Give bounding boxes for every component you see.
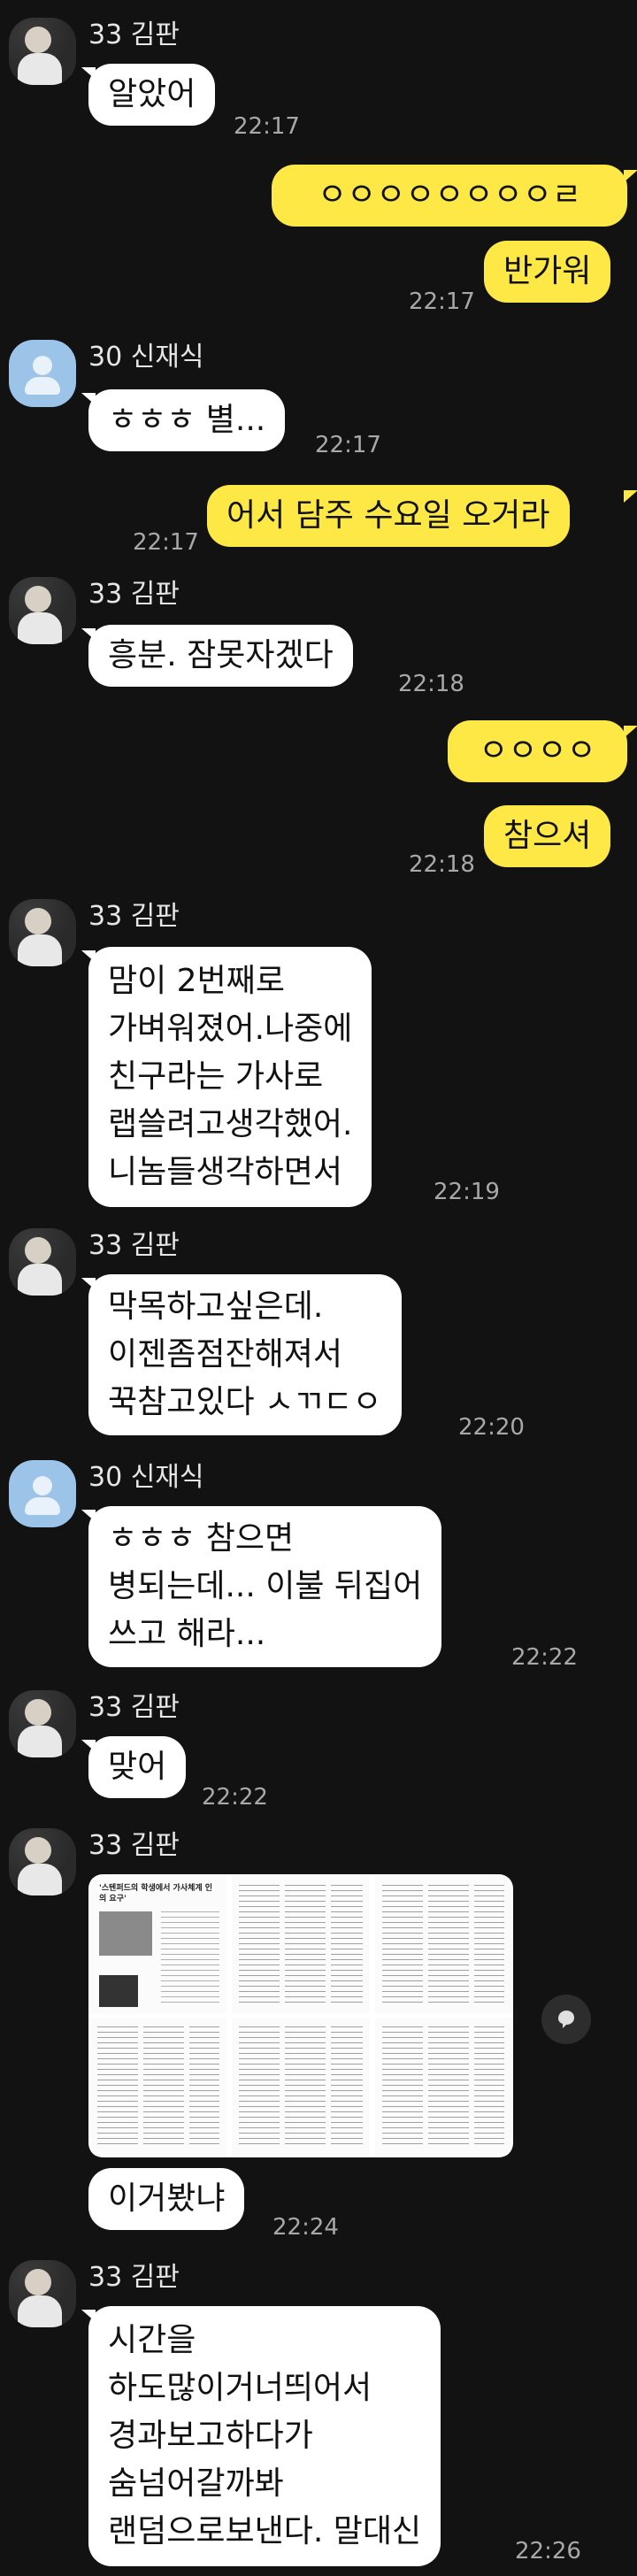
message-time: 22:22 xyxy=(511,1644,578,1671)
message-time: 22:17 xyxy=(234,113,300,140)
message-bubble[interactable]: 참으셔 xyxy=(484,805,611,867)
message-bubble[interactable]: 이거봤냐 xyxy=(88,2168,245,2230)
message-bubble[interactable]: 반가워 xyxy=(484,241,611,303)
image-headline: '스텐퍼드의 학생에서 가사체계 인의 요구' xyxy=(99,1884,213,1903)
sender-name: 33 김판 xyxy=(88,901,180,932)
message-time: 22:17 xyxy=(315,432,381,458)
sender-avatar-shin[interactable] xyxy=(9,1460,76,1527)
message-bubble[interactable]: 흥분. 잠못자겠다 xyxy=(88,625,353,687)
image-tile xyxy=(375,2018,511,2156)
sender-name: 33 김판 xyxy=(88,1692,180,1723)
message-bubble[interactable]: ㅇㅇㅇㅇ xyxy=(448,720,627,782)
image-tile xyxy=(232,1876,370,2014)
sender-avatar-shin[interactable] xyxy=(9,340,76,407)
sender-name: 33 김판 xyxy=(88,1230,180,1261)
message-bubble[interactable]: 어서 담주 수요일 오거라 xyxy=(207,485,570,547)
sender-avatar-kimpan[interactable] xyxy=(9,1228,76,1296)
message-time: 22:26 xyxy=(515,2538,581,2564)
person-icon xyxy=(33,1476,52,1496)
sender-avatar-kimpan[interactable] xyxy=(9,2260,76,2327)
message-bubble[interactable]: ㅎㅎㅎ 별... xyxy=(88,389,286,451)
sender-name: 33 김판 xyxy=(88,1830,180,1861)
image-tile xyxy=(375,1876,511,2014)
sender-avatar-kimpan[interactable] xyxy=(9,899,76,966)
message-time: 22:18 xyxy=(409,851,475,878)
sender-avatar-kimpan[interactable] xyxy=(9,18,76,85)
message-bubble[interactable]: ㅎㅎㅎ 참으면 병되는데... 이불 뒤집어 쓰고 해라... xyxy=(88,1506,442,1667)
image-tile xyxy=(90,2018,226,2156)
message-bubble[interactable]: 맞어 xyxy=(88,1736,187,1798)
sender-name: 33 김판 xyxy=(88,2262,180,2293)
sender-avatar-kimpan[interactable] xyxy=(9,1690,76,1757)
sender-name: 33 김판 xyxy=(88,579,180,610)
person-icon xyxy=(33,356,52,375)
message-time: 22:18 xyxy=(398,671,464,697)
image-tile: '스텐퍼드의 학생에서 가사체계 인의 요구' xyxy=(90,1876,226,2014)
sender-avatar-kimpan[interactable] xyxy=(9,577,76,644)
sender-name: 30 신재식 xyxy=(88,1462,204,1493)
sender-name: 30 신재식 xyxy=(88,342,204,373)
share-icon xyxy=(558,2011,574,2028)
message-time: 22:17 xyxy=(133,529,199,556)
sender-name: 33 김판 xyxy=(88,19,180,50)
message-time: 22:24 xyxy=(272,2214,339,2241)
message-time: 22:17 xyxy=(409,288,475,315)
message-bubble[interactable]: 시간을 하도많이거너띄어서 경과보고하다가 숨넘어갈까봐 랜덤으로보낸다. 말대… xyxy=(88,2306,441,2566)
image-tile xyxy=(232,2018,370,2156)
message-bubble[interactable]: ㅇㅇㅇㅇㅇㅇㅇㅇㄹ xyxy=(272,165,627,227)
message-bubble[interactable]: 막목하고싶은데. 이젠좀점잔해져서 꾹참고있다 ㅅㄲㄷㅇ xyxy=(88,1274,402,1435)
sender-avatar-kimpan[interactable] xyxy=(9,1828,76,1895)
message-bubble[interactable]: 알았어 xyxy=(88,64,216,126)
message-time: 22:20 xyxy=(458,1414,525,1441)
share-button[interactable] xyxy=(541,1995,591,2044)
message-time: 22:22 xyxy=(202,1784,268,1811)
message-time: 22:19 xyxy=(434,1179,500,1205)
message-bubble[interactable]: 맘이 2번째로 가벼워졌어.나중에 친구라는 가사로 랩쓸려고생각했어. 니놈들… xyxy=(88,947,372,1207)
image-attachment[interactable]: '스텐퍼드의 학생에서 가사체계 인의 요구' xyxy=(88,1874,513,2157)
